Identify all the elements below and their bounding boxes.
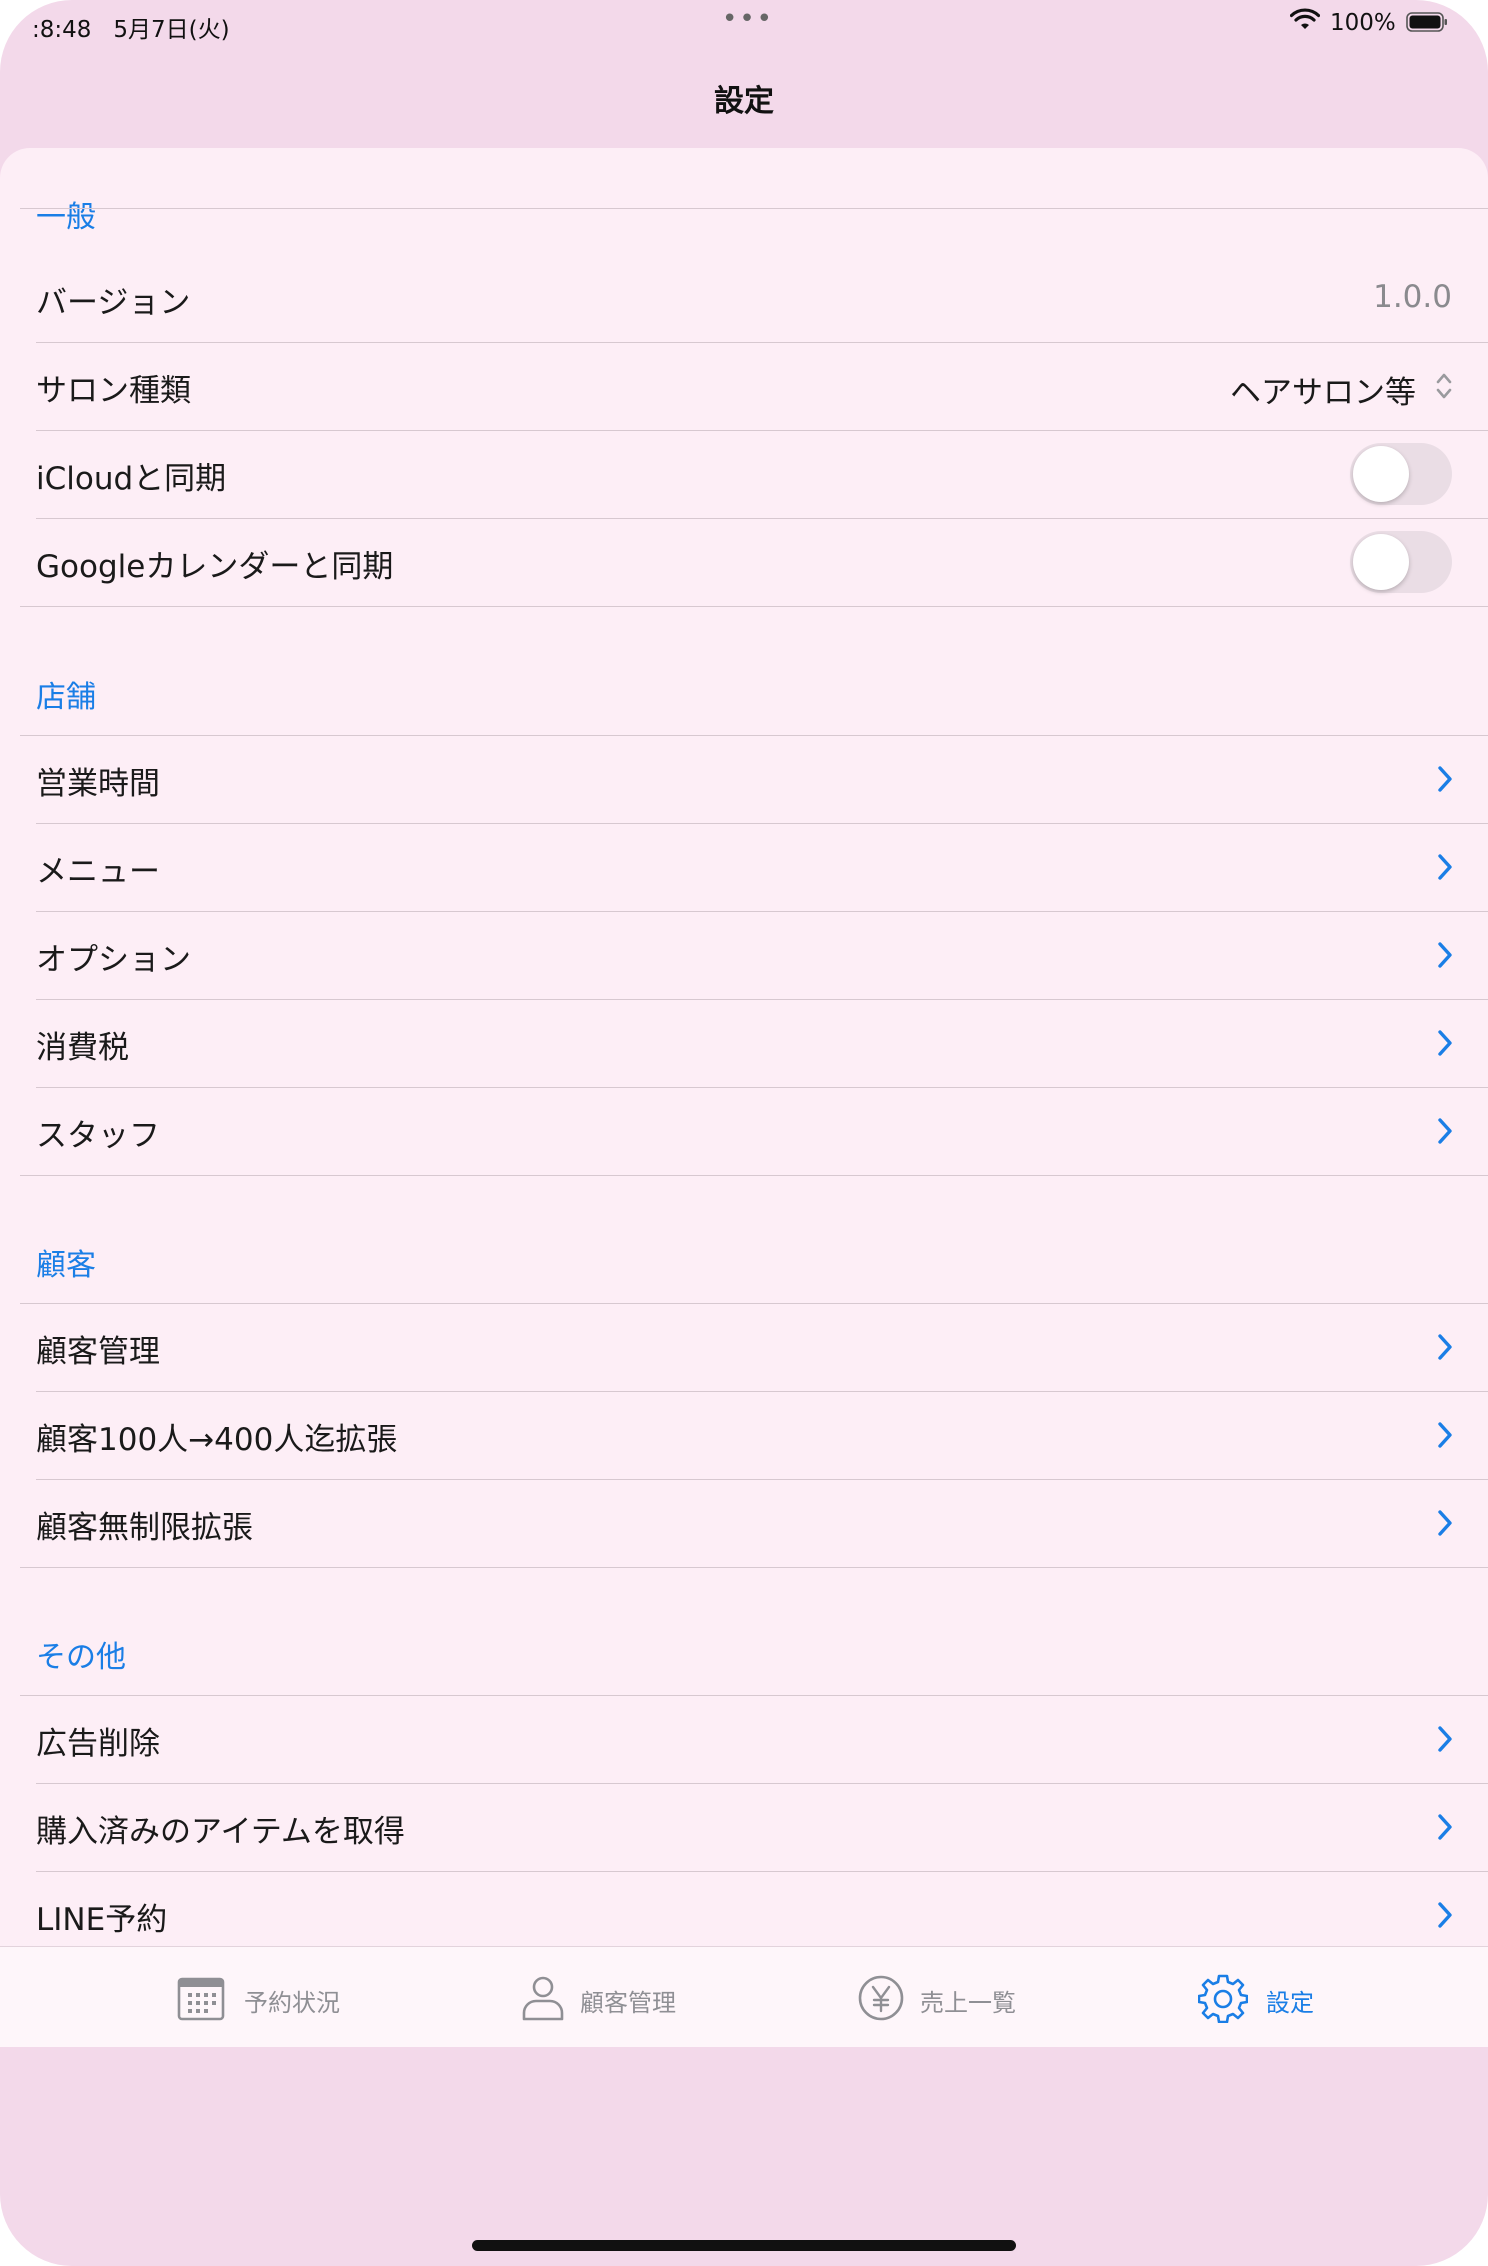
section-header-other: その他 [36,1640,126,1675]
chevron-right-icon [1438,1422,1452,1448]
status-time: :8:48 5月7日(火) [32,17,230,43]
row-label: 顧客100人→400人迄拡張 [36,1422,398,1458]
icloud-sync-toggle[interactable] [1350,443,1452,505]
page-title: 設定 [714,84,774,119]
device-frame: :8:48 5月7日(火) ••• 100% 設定 一般 バージョン 1.0.0… [0,0,1488,2266]
chevron-right-icon [1438,1118,1452,1144]
row-label: 営業時間 [36,766,160,802]
gear-icon [1198,1974,1248,2023]
section-header-general: 一般 [36,200,96,235]
chevron-right-icon [1438,1814,1452,1840]
section-header-store: 店舗 [36,680,96,715]
row-remove-ads[interactable]: 広告削除 [20,1696,1488,1784]
row-consumption-tax[interactable]: 消費税 [20,1000,1488,1088]
row-label: スタッフ [36,1118,160,1154]
tab-customers[interactable]: 顧客管理 [516,1947,716,2047]
google-calendar-sync-toggle[interactable] [1350,531,1452,593]
home-indicator[interactable] [472,2240,1016,2251]
row-line-reservation[interactable]: LINE予約 [20,1872,1488,1946]
row-label: 消費税 [36,1030,129,1066]
row-staff[interactable]: スタッフ [20,1088,1488,1176]
multitasking-dots[interactable]: ••• [722,4,774,34]
chevron-right-icon [1438,854,1452,880]
battery-icon [1406,12,1447,32]
row-label: サロン種類 [36,373,191,409]
row-icloud-sync: iCloudと同期 [20,431,1488,519]
row-options[interactable]: オプション [20,912,1488,1000]
row-label: 顧客管理 [36,1334,160,1370]
chevron-up-down-icon [1436,373,1452,399]
chevron-right-icon [1438,1510,1452,1536]
tab-label: 設定 [1266,1989,1314,2017]
person-icon [522,1976,564,2021]
row-version: バージョン 1.0.0 [20,255,1488,343]
tab-reservations[interactable]: 予約状況 [170,1947,370,2047]
yen-icon [858,1975,904,2021]
row-label: メニュー [36,854,160,890]
chevron-right-icon [1438,942,1452,968]
wifi-icon [1290,8,1320,29]
chevron-right-icon [1438,1726,1452,1752]
row-salon-type[interactable]: サロン種類 ヘアサロン等 [20,343,1488,431]
row-menu[interactable]: メニュー [20,824,1488,912]
row-label: 広告削除 [36,1726,160,1762]
tab-label: 売上一覧 [920,1989,1016,2017]
section-header-customer: 顧客 [36,1248,96,1283]
tab-sales[interactable]: 売上一覧 [856,1947,1056,2047]
battery-percent: 100% [1330,10,1396,36]
tab-bar: 予約状況 顧客管理 売上一覧 設定 [0,1946,1488,2047]
row-label: Googleカレンダーと同期 [36,549,394,585]
status-bar: :8:48 5月7日(火) ••• 100% [0,0,1488,50]
calendar-icon [177,1977,225,2021]
chevron-right-icon [1438,1902,1452,1928]
row-customer-400-expansion[interactable]: 顧客100人→400人迄拡張 [20,1392,1488,1480]
row-restore-purchases[interactable]: 購入済みのアイテムを取得 [20,1784,1488,1872]
tab-settings[interactable]: 設定 [1198,1947,1398,2047]
status-date: 5月7日(火) [113,17,230,43]
row-label: オプション [36,942,191,978]
row-label: 顧客無制限拡張 [36,1510,253,1546]
row-label: 購入済みのアイテムを取得 [36,1814,405,1850]
row-label: バージョン [36,285,191,321]
chevron-right-icon [1438,766,1452,792]
tab-label: 予約状況 [244,1989,340,2017]
salon-type-value[interactable]: ヘアサロン等 [1230,367,1416,412]
row-label: iCloudと同期 [36,461,227,497]
row-label: LINE予約 [36,1902,168,1938]
chevron-right-icon [1438,1334,1452,1360]
row-google-calendar-sync: Googleカレンダーと同期 [20,519,1488,607]
row-customer-unlimited-expansion[interactable]: 顧客無制限拡張 [20,1480,1488,1568]
chevron-right-icon [1438,1030,1452,1056]
version-value: 1.0.0 [1373,279,1452,315]
settings-list[interactable]: 一般 バージョン 1.0.0 サロン種類 ヘアサロン等 iCloudと同期 Go… [0,148,1488,1946]
tab-label: 顧客管理 [580,1989,676,2017]
row-customer-management[interactable]: 顧客管理 [20,1304,1488,1392]
row-business-hours[interactable]: 営業時間 [20,736,1488,824]
